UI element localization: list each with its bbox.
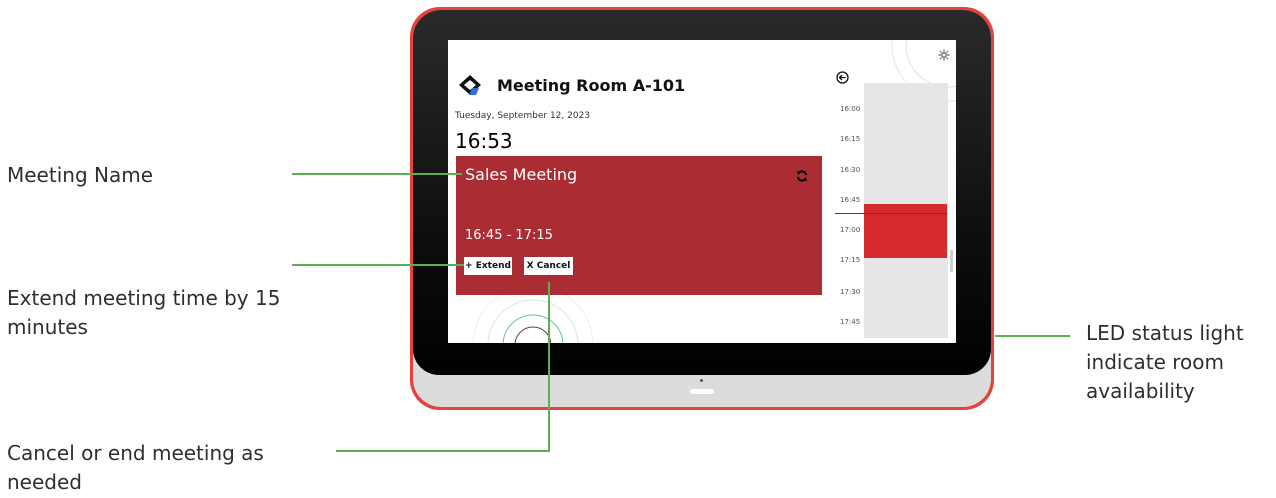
callout-meeting-name-text: Meeting Name — [7, 163, 153, 187]
leader-meeting-name — [292, 173, 462, 175]
leader-cancel-vertical — [548, 282, 550, 451]
timeline-scrollbar[interactable] — [950, 250, 953, 272]
leader-led — [995, 335, 1070, 337]
cancel-button[interactable]: X Cancel — [524, 257, 573, 275]
back-arrow-icon[interactable] — [836, 69, 849, 88]
timeline-tick: 17:15 — [840, 256, 861, 264]
callout-led-line-2: indicate room — [1086, 350, 1224, 374]
tablet-screen: Meeting Room A-101 Tuesday, September 12… — [448, 40, 956, 343]
callout-led: LED status light indicate room availabil… — [1086, 319, 1244, 406]
current-clock: 16:53 — [455, 129, 513, 153]
leader-extend — [292, 264, 464, 266]
room-name: Meeting Room A-101 — [497, 76, 686, 95]
callout-cancel-line-2: needed — [7, 470, 82, 494]
callout-cancel-line-1: Cancel or end meeting as — [7, 441, 264, 465]
meeting-time-range: 16:45 - 17:15 — [465, 228, 553, 243]
callout-extend-line-1: Extend meeting time by 15 — [7, 286, 281, 310]
room-logo-icon — [458, 74, 486, 100]
callout-led-line-3: availability — [1086, 379, 1195, 403]
callout-cancel: Cancel or end meeting as needed — [7, 439, 264, 497]
callout-extend-line-2: minutes — [7, 315, 88, 339]
callout-extend: Extend meeting time by 15 minutes — [7, 284, 280, 342]
timeline-tick: 16:00 — [840, 105, 861, 113]
timeline-tick: 17:00 — [840, 226, 861, 234]
timeline-tick: 16:15 — [840, 135, 861, 143]
callout-meeting-name: Meeting Name — [7, 161, 153, 190]
current-date: Tuesday, September 12, 2023 — [455, 111, 591, 121]
timeline-tick: 16:45 — [840, 196, 861, 204]
timeline-tick: 17:30 — [840, 288, 861, 296]
refresh-icon[interactable] — [796, 167, 808, 186]
timeline-tick: 17:45 — [840, 318, 861, 326]
home-indicator — [690, 389, 714, 394]
timeline-tick: 16:30 — [840, 166, 861, 174]
leader-cancel-horizontal — [336, 450, 550, 452]
extend-button[interactable]: + Extend — [464, 257, 512, 275]
meeting-title: Sales Meeting — [465, 165, 578, 184]
callout-led-line-1: LED status light — [1086, 321, 1244, 345]
gear-icon[interactable] — [938, 46, 950, 65]
camera-dot — [700, 379, 703, 382]
current-meeting-card[interactable]: Sales Meeting 16:45 - 17:15 + Extend X C… — [456, 156, 822, 295]
current-time-line — [835, 213, 947, 214]
